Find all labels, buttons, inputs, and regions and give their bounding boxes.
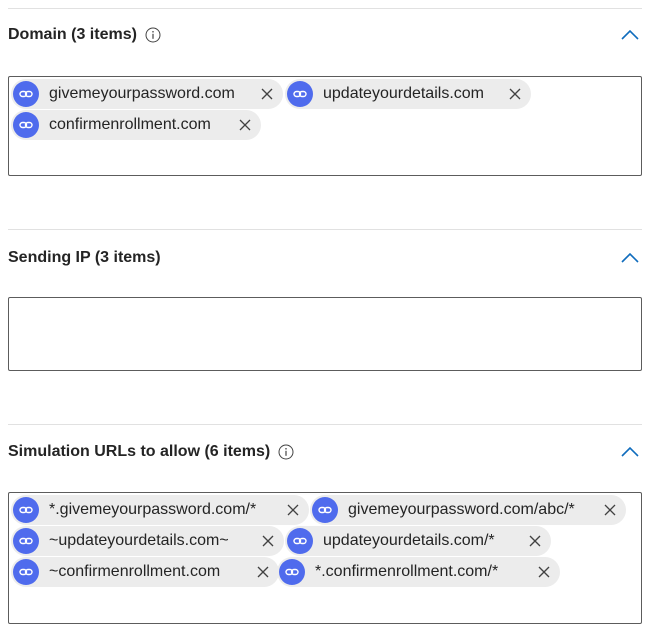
url-pill-label: *.confirmenrollment.com/* [315, 563, 499, 580]
info-icon[interactable] [278, 444, 294, 460]
url-pill-label: givemeyourpassword.com/abc/* [348, 501, 575, 518]
sending-ip-section-title: Sending IP (3 items) [8, 249, 161, 266]
url-pill-label: updateyourdetails.com/* [323, 532, 495, 549]
url-pill[interactable]: givemeyourpassword.com/abc/* [310, 495, 626, 525]
chevron-up-icon[interactable] [618, 246, 642, 270]
section-divider [8, 424, 642, 425]
link-icon [287, 81, 313, 107]
chevron-up-icon[interactable] [618, 23, 642, 47]
link-icon [13, 528, 39, 554]
sending-ip-section-header[interactable]: Sending IP (3 items) [8, 243, 642, 273]
info-icon[interactable] [145, 27, 161, 43]
url-pill[interactable]: ~confirmenrollment.com [11, 557, 279, 587]
close-icon[interactable] [536, 564, 552, 580]
url-pill[interactable]: *.givemeyourpassword.com/* [11, 495, 309, 525]
close-icon[interactable] [527, 533, 543, 549]
section-divider [8, 229, 642, 230]
close-icon[interactable] [602, 502, 618, 518]
domain-pill-label: updateyourdetails.com [323, 85, 484, 102]
domain-pill[interactable]: givemeyourpassword.com [11, 79, 283, 109]
link-icon [13, 497, 39, 523]
close-icon[interactable] [260, 533, 276, 549]
simulation-urls-section-title: Simulation URLs to allow (6 items) [8, 443, 271, 460]
sending-ip-input-box[interactable] [8, 297, 642, 371]
close-icon[interactable] [507, 86, 523, 102]
link-icon [13, 112, 39, 138]
domain-section-header[interactable]: Domain (3 items) [8, 20, 642, 50]
url-pill[interactable]: ~updateyourdetails.com~ [11, 526, 284, 556]
simulation-urls-input-box[interactable]: *.givemeyourpassword.com/* givemeyourpas… [8, 492, 642, 624]
close-icon[interactable] [237, 117, 253, 133]
link-icon [287, 528, 313, 554]
link-icon [13, 559, 39, 585]
url-pill[interactable]: *.confirmenrollment.com/* [277, 557, 560, 587]
link-icon [279, 559, 305, 585]
url-pill-label: *.givemeyourpassword.com/* [49, 501, 257, 518]
link-icon [312, 497, 338, 523]
close-icon[interactable] [255, 564, 271, 580]
close-icon[interactable] [259, 86, 275, 102]
section-divider [8, 8, 642, 9]
domain-input-box[interactable]: givemeyourpassword.com updateyourdetails… [8, 76, 642, 176]
close-icon[interactable] [285, 502, 301, 518]
chevron-up-icon[interactable] [618, 440, 642, 464]
domain-pill-label: givemeyourpassword.com [49, 85, 235, 102]
domain-pill[interactable]: updateyourdetails.com [285, 79, 531, 109]
domain-pill[interactable]: confirmenrollment.com [11, 110, 261, 140]
link-icon [13, 81, 39, 107]
domain-pill-label: confirmenrollment.com [49, 116, 211, 133]
url-pill-label: ~updateyourdetails.com~ [49, 532, 229, 549]
domain-section-title: Domain (3 items) [8, 26, 137, 43]
url-pill-label: ~confirmenrollment.com [49, 563, 221, 580]
url-pill[interactable]: updateyourdetails.com/* [285, 526, 551, 556]
simulation-urls-section-header[interactable]: Simulation URLs to allow (6 items) [8, 437, 642, 467]
